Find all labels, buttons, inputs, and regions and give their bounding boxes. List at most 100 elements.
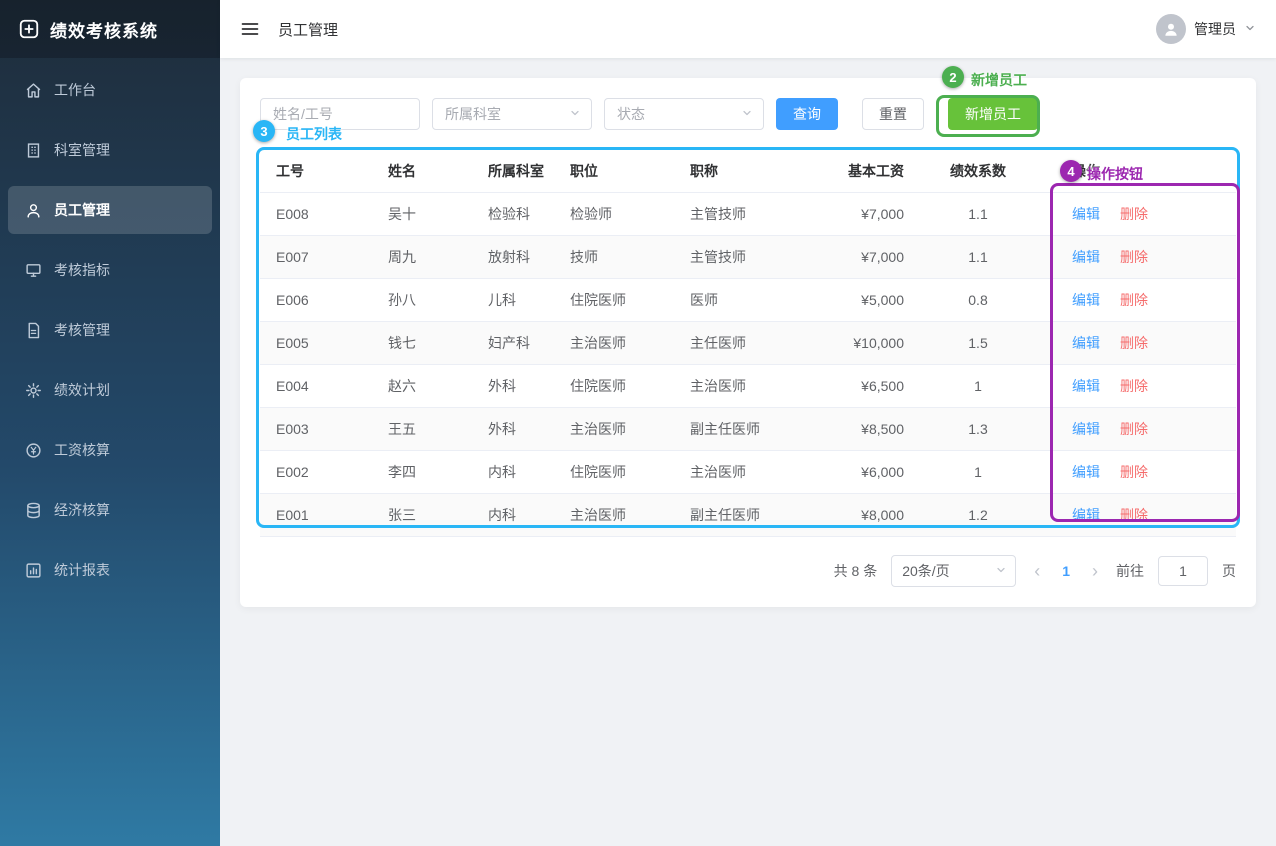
sidebar-item-economy[interactable]: 经济核算 xyxy=(8,486,212,534)
sidebar-item-label: 考核管理 xyxy=(54,320,110,340)
cell-title: 副主任医师 xyxy=(682,408,814,451)
column-header-actions: 操作 xyxy=(1038,150,1236,193)
employee-table: 工号 姓名 所属科室 职位 职称 基本工资 绩效系数 操作 E008 xyxy=(260,150,1236,537)
delete-link[interactable]: 删除 xyxy=(1120,292,1148,308)
coin-icon xyxy=(24,441,42,459)
sidebar-item-reports[interactable]: 统计报表 xyxy=(8,546,212,594)
sidebar: 绩效考核系统 工作台 科室管理 员工管理 考核指标 考核管理 xyxy=(0,0,220,846)
page-jump-input[interactable] xyxy=(1158,556,1208,586)
sidebar-item-label: 经济核算 xyxy=(54,500,110,520)
table-row: E004 赵六 外科 住院医师 主治医师 ¥6,500 1 编辑删除 xyxy=(260,365,1236,408)
delete-link[interactable]: 删除 xyxy=(1120,464,1148,480)
jump-suffix-label: 页 xyxy=(1222,561,1236,581)
cell-name: 王五 xyxy=(380,408,480,451)
sidebar-item-departments[interactable]: 科室管理 xyxy=(8,126,212,174)
status-select-value: 状态 xyxy=(617,104,645,124)
delete-link[interactable]: 删除 xyxy=(1120,507,1148,523)
user-dropdown[interactable]: 管理员 xyxy=(1156,14,1256,44)
sidebar-item-label: 科室管理 xyxy=(54,140,110,160)
delete-link[interactable]: 删除 xyxy=(1120,378,1148,394)
department-select-value: 所属科室 xyxy=(445,104,501,124)
sidebar-item-label: 统计报表 xyxy=(54,560,110,580)
chart-icon xyxy=(24,561,42,579)
cell-title: 医师 xyxy=(682,279,814,322)
table-row: E001 张三 内科 主治医师 副主任医师 ¥8,000 1.2 编辑删除 xyxy=(260,494,1236,537)
current-page[interactable]: 1 xyxy=(1058,563,1074,579)
table-row: E002 李四 内科 住院医师 主治医师 ¥6,000 1 编辑删除 xyxy=(260,451,1236,494)
user-name: 管理员 xyxy=(1194,19,1236,39)
cell-name: 周九 xyxy=(380,236,480,279)
main-area: 员工管理 管理员 所属科室 xyxy=(220,0,1276,846)
table-row: E007 周九 放射科 技师 主管技师 ¥7,000 1.1 编辑删除 xyxy=(260,236,1236,279)
avatar xyxy=(1156,14,1186,44)
column-header-salary: 基本工资 xyxy=(814,150,918,193)
cell-name: 张三 xyxy=(380,494,480,537)
document-icon xyxy=(24,321,42,339)
delete-link[interactable]: 删除 xyxy=(1120,206,1148,222)
edit-link[interactable]: 编辑 xyxy=(1072,292,1100,308)
cell-department: 放射科 xyxy=(480,236,562,279)
sidebar-item-assessments[interactable]: 考核管理 xyxy=(8,306,212,354)
delete-link[interactable]: 删除 xyxy=(1120,335,1148,351)
cell-position: 住院医师 xyxy=(562,279,682,322)
sidebar-item-workbench[interactable]: 工作台 xyxy=(8,66,212,114)
edit-link[interactable]: 编辑 xyxy=(1072,249,1100,265)
gear-icon xyxy=(24,381,42,399)
edit-link[interactable]: 编辑 xyxy=(1072,464,1100,480)
add-employee-button[interactable]: 新增员工 xyxy=(948,98,1038,130)
column-header-title: 职称 xyxy=(682,150,814,193)
status-select[interactable]: 状态 xyxy=(604,98,764,130)
cell-employee-id: E007 xyxy=(260,236,380,279)
sidebar-item-indicators[interactable]: 考核指标 xyxy=(8,246,212,294)
edit-link[interactable]: 编辑 xyxy=(1072,507,1100,523)
cell-title: 主管技师 xyxy=(682,236,814,279)
table-header-row: 工号 姓名 所属科室 职位 职称 基本工资 绩效系数 操作 xyxy=(260,150,1236,193)
cell-employee-id: E002 xyxy=(260,451,380,494)
hamburger-menu-icon[interactable] xyxy=(240,19,260,39)
reset-button[interactable]: 重置 xyxy=(862,98,924,130)
cell-department: 内科 xyxy=(480,451,562,494)
sidebar-item-label: 绩效计划 xyxy=(54,380,110,400)
app-root: 绩效考核系统 工作台 科室管理 员工管理 考核指标 考核管理 xyxy=(0,0,1276,846)
keyword-input[interactable] xyxy=(260,98,420,130)
cell-coefficient: 0.8 xyxy=(918,279,1038,322)
department-select[interactable]: 所属科室 xyxy=(432,98,592,130)
cell-position: 主治医师 xyxy=(562,408,682,451)
employee-card: 所属科室 状态 查询 重置 新增员工 xyxy=(240,78,1256,607)
database-icon xyxy=(24,501,42,519)
cell-name: 孙八 xyxy=(380,279,480,322)
search-button[interactable]: 查询 xyxy=(776,98,838,130)
edit-link[interactable]: 编辑 xyxy=(1072,378,1100,394)
cell-position: 主治医师 xyxy=(562,494,682,537)
edit-link[interactable]: 编辑 xyxy=(1072,335,1100,351)
next-page-icon[interactable]: › xyxy=(1088,562,1102,580)
cell-coefficient: 1 xyxy=(918,365,1038,408)
pagination-total: 共 8 条 xyxy=(834,561,878,581)
delete-link[interactable]: 删除 xyxy=(1120,421,1148,437)
page-content: 所属科室 状态 查询 重置 新增员工 xyxy=(220,58,1276,846)
chevron-down-icon xyxy=(569,106,581,122)
sidebar-item-label: 员工管理 xyxy=(54,200,110,220)
chevron-down-icon xyxy=(741,106,753,122)
app-logo: 绩效考核系统 xyxy=(0,0,220,58)
sidebar-item-employees[interactable]: 员工管理 xyxy=(8,186,212,234)
edit-link[interactable]: 编辑 xyxy=(1072,206,1100,222)
sidebar-item-salary[interactable]: 工资核算 xyxy=(8,426,212,474)
cell-position: 技师 xyxy=(562,236,682,279)
chevron-down-icon xyxy=(1244,21,1256,37)
sidebar-item-label: 工作台 xyxy=(54,80,96,100)
building-icon xyxy=(24,141,42,159)
column-header-id: 工号 xyxy=(260,150,380,193)
monitor-icon xyxy=(24,261,42,279)
edit-link[interactable]: 编辑 xyxy=(1072,421,1100,437)
page-size-select[interactable]: 20条/页 xyxy=(891,555,1016,587)
prev-page-icon[interactable]: ‹ xyxy=(1030,562,1044,580)
cell-employee-id: E004 xyxy=(260,365,380,408)
cell-base-salary: ¥6,000 xyxy=(814,451,918,494)
column-header-coefficient: 绩效系数 xyxy=(918,150,1038,193)
delete-link[interactable]: 删除 xyxy=(1120,249,1148,265)
cell-base-salary: ¥6,500 xyxy=(814,365,918,408)
cell-department: 外科 xyxy=(480,408,562,451)
cell-coefficient: 1.5 xyxy=(918,322,1038,365)
sidebar-item-plans[interactable]: 绩效计划 xyxy=(8,366,212,414)
